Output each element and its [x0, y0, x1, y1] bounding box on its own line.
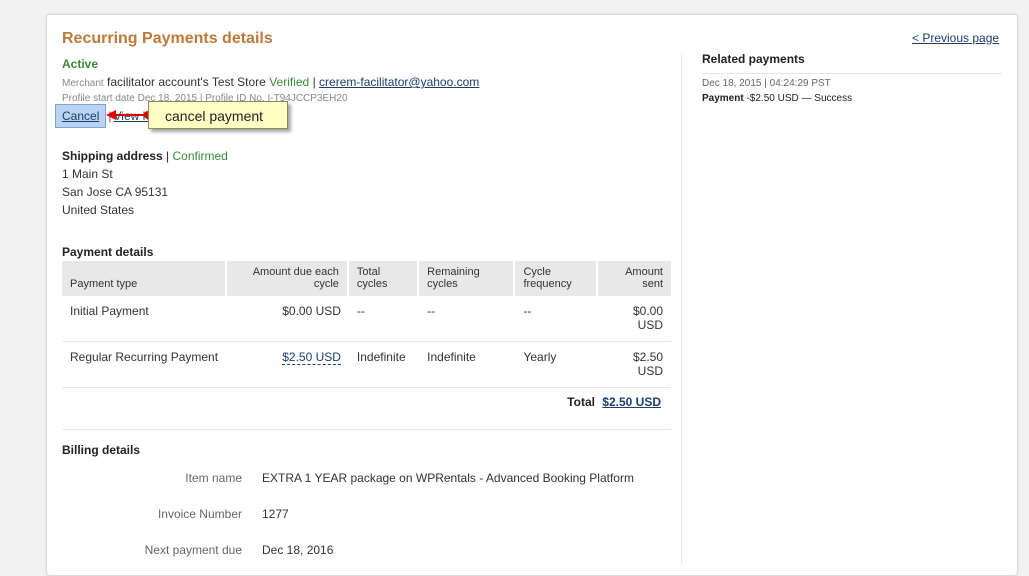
related-payments-title: Related payments — [702, 52, 805, 66]
payment-details-table: Payment type Amount due each cycle Total… — [62, 261, 671, 388]
shipping-separator: | — [166, 149, 170, 163]
shipping-status: Confirmed — [172, 149, 228, 163]
shipping-address-line: 1 Main St — [62, 167, 113, 181]
merchant-label: Merchant — [62, 78, 104, 89]
payment-type-cell: Initial Payment — [62, 296, 227, 342]
total-label: Total — [567, 395, 595, 409]
total-cycles-cell: -- — [348, 296, 420, 342]
column-header: Amount sent — [597, 261, 671, 296]
related-payment-date: Dec 18, 2015 | 04:24:29 PST — [702, 78, 831, 89]
table-row: Initial Payment $0.00 USD -- -- -- $0.00… — [62, 296, 671, 342]
total-amount-link[interactable]: $2.50 USD — [602, 395, 661, 409]
remaining-cycles-cell: Indefinite — [419, 342, 516, 388]
amount-due-cell: $2.50 USD — [226, 342, 349, 388]
merchant-separator: | — [312, 75, 316, 89]
table-row: Regular Recurring Payment $2.50 USD Inde… — [62, 342, 671, 388]
cancel-button[interactable]: Cancel — [55, 104, 107, 128]
amount-due-link[interactable]: $2.50 USD — [282, 350, 341, 365]
cycle-frequency-cell: -- — [515, 296, 598, 342]
amount-sent-cell: $0.00 USD — [597, 296, 671, 342]
billing-value: Dec 18, 2016 — [262, 543, 334, 557]
shipping-title: Shipping address | Confirmed — [62, 149, 228, 163]
column-header: Amount due each cycle — [226, 261, 349, 296]
annotation-callout: cancel payment — [148, 101, 288, 129]
section-divider — [62, 429, 671, 430]
amount-sent-cell: $2.50 USD — [597, 342, 671, 388]
shipping-address-line: San Jose CA 95131 — [62, 185, 169, 199]
related-payment-label: Payment — [702, 93, 744, 104]
column-header: Total cycles — [348, 261, 420, 296]
total-cycles-cell: Indefinite — [348, 342, 420, 388]
billing-label: Item name — [185, 471, 242, 485]
billing-label: Next payment due — [144, 543, 242, 557]
billing-value: 1277 — [262, 507, 289, 521]
merchant-email-link[interactable]: crerem-facilitator@yahoo.com — [319, 75, 479, 89]
payment-type-cell: Regular Recurring Payment — [62, 342, 227, 388]
shipping-address-line: United States — [62, 203, 135, 217]
previous-page-link[interactable]: < Previous page — [912, 31, 999, 45]
column-divider — [681, 54, 682, 564]
merchant-verified: Verified — [269, 75, 310, 89]
billing-value: EXTRA 1 YEAR package on WPRentals - Adva… — [262, 471, 634, 485]
column-header: Payment type — [62, 261, 227, 296]
page-title: Recurring Payments details — [62, 30, 273, 47]
billing-details-title: Billing details — [62, 443, 141, 457]
profile-status: Active — [62, 57, 99, 71]
column-header: Remaining cycles — [419, 261, 516, 296]
annotation-arrow-icon — [106, 110, 152, 120]
remaining-cycles-cell: -- — [419, 296, 516, 342]
related-payment-item[interactable]: Payment -$2.50 USD — Success — [702, 93, 852, 104]
cycle-frequency-cell: Yearly — [515, 342, 598, 388]
billing-label: Invoice Number — [157, 507, 242, 521]
related-payment-detail: -$2.50 USD — Success — [746, 93, 853, 104]
merchant-line: Merchant facilitator account's Test Stor… — [62, 75, 479, 89]
shipping-title-label: Shipping address — [62, 149, 163, 163]
merchant-name: facilitator account's Test Store — [107, 75, 266, 89]
payment-total: Total $2.50 USD — [400, 395, 661, 409]
payment-details-title: Payment details — [62, 245, 154, 259]
related-divider — [702, 73, 1002, 74]
amount-due-cell: $0.00 USD — [226, 296, 349, 342]
column-header: Cycle frequency — [515, 261, 598, 296]
